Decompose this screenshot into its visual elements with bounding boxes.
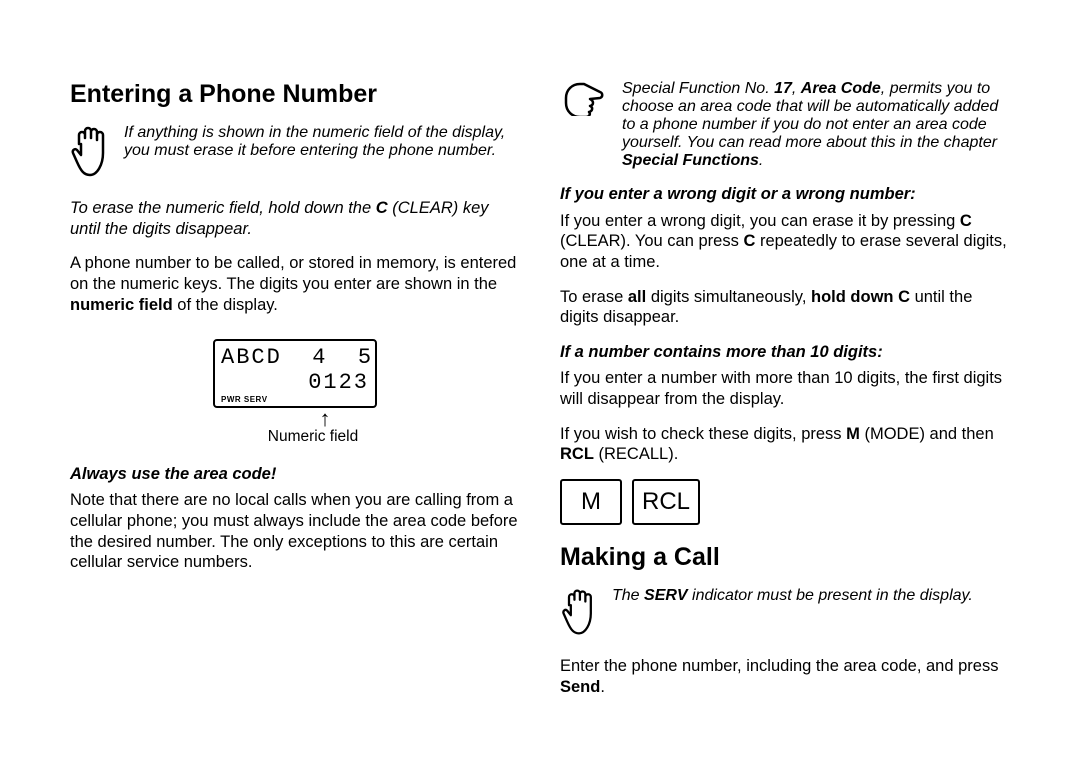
- hand-note-row: If anything is shown in the numeric fiel…: [70, 124, 520, 184]
- area-code-paragraph: Note that there are no local calls when …: [70, 490, 520, 573]
- subhead-wrong-digit: If you enter a wrong digit or a wrong nu…: [560, 184, 1010, 205]
- erase-instruction: To erase the numeric field, hold down th…: [70, 198, 520, 239]
- erase-note: If anything is shown in the numeric fiel…: [124, 124, 520, 160]
- func-number: 17: [774, 80, 792, 97]
- m-key-text: M: [846, 425, 860, 443]
- text: .: [759, 152, 763, 169]
- pointing-hand-icon: [560, 80, 608, 121]
- subhead-ten-digits: If a number contains more than 10 digits…: [560, 342, 1010, 363]
- serv-text: SERV: [644, 587, 688, 604]
- tip-row: Special Function No. 17, Area Code, perm…: [560, 80, 1010, 170]
- right-column: Special Function No. 17, Area Code, perm…: [560, 80, 1010, 711]
- key-illustration-row: M RCL: [560, 479, 1010, 525]
- serv-note-row: The SERV indicator must be present in th…: [560, 587, 1010, 642]
- rcl-key-text: RCL: [560, 445, 594, 463]
- hand-stop-icon: [560, 587, 598, 642]
- lcd-illustration: ABCD 4 5 0123 PWR SERV ↑ Numeric field: [70, 339, 520, 446]
- text: If you wish to check these digits, press: [560, 425, 846, 443]
- wrong-digit-paragraph: If you enter a wrong digit, you can eras…: [560, 211, 1010, 273]
- special-function-tip: Special Function No. 17, Area Code, perm…: [622, 80, 1010, 170]
- hand-stop-icon: [70, 124, 110, 184]
- special-functions-text: Special Functions: [622, 152, 759, 169]
- area-code-text: Area Code: [801, 80, 881, 97]
- m-key-icon: M: [560, 479, 622, 525]
- serv-note: The SERV indicator must be present in th…: [612, 587, 1010, 605]
- lcd-top-row: ABCD 4 5: [221, 345, 369, 370]
- numeric-field-caption: Numeric field: [106, 428, 520, 446]
- text: (RECALL).: [594, 445, 678, 463]
- text: If you enter a wrong digit, you can eras…: [560, 212, 960, 230]
- entry-paragraph: A phone number to be called, or stored i…: [70, 253, 520, 315]
- c-key-text: C: [960, 212, 972, 230]
- heading-entering: Entering a Phone Number: [70, 80, 520, 109]
- rcl-key-icon: RCL: [632, 479, 700, 525]
- text: Special Function No.: [622, 80, 774, 97]
- text: A phone number to be called, or stored i…: [70, 254, 516, 293]
- text: Enter the phone number, including the ar…: [560, 657, 998, 675]
- arrow-up-icon: ↑: [130, 410, 520, 428]
- text: indicator must be present in the display…: [688, 587, 973, 604]
- heading-making-call: Making a Call: [560, 543, 1010, 572]
- subhead-area-code: Always use the area code!: [70, 464, 520, 485]
- lcd-numeric-row: 0123: [221, 370, 369, 395]
- making-call-paragraph: Enter the phone number, including the ar…: [560, 656, 1010, 697]
- ten-digits-paragraph: If you enter a number with more than 10 …: [560, 368, 1010, 409]
- c-key-text: C: [376, 199, 388, 217]
- erase-all-paragraph: To erase all digits simultaneously, hold…: [560, 287, 1010, 328]
- lcd-status-row: PWR SERV: [221, 395, 369, 404]
- c-key-text: C: [743, 232, 755, 250]
- text: The: [612, 587, 644, 604]
- text: .: [600, 678, 605, 696]
- text: digits simultaneously,: [646, 288, 811, 306]
- all-text: all: [628, 288, 646, 306]
- left-column: Entering a Phone Number If anything is s…: [70, 80, 520, 711]
- text: To erase: [560, 288, 628, 306]
- lcd-screen: ABCD 4 5 0123 PWR SERV: [213, 339, 377, 408]
- hold-c-text: hold down C: [811, 288, 910, 306]
- numeric-field-text: numeric field: [70, 296, 173, 314]
- check-digits-paragraph: If you wish to check these digits, press…: [560, 424, 1010, 465]
- send-text: Send: [560, 678, 600, 696]
- text: (MODE) and then: [860, 425, 994, 443]
- text: To erase the numeric field, hold down th…: [70, 199, 376, 217]
- text: of the display.: [173, 296, 278, 314]
- text: ,: [792, 80, 801, 97]
- text: (CLEAR). You can press: [560, 232, 743, 250]
